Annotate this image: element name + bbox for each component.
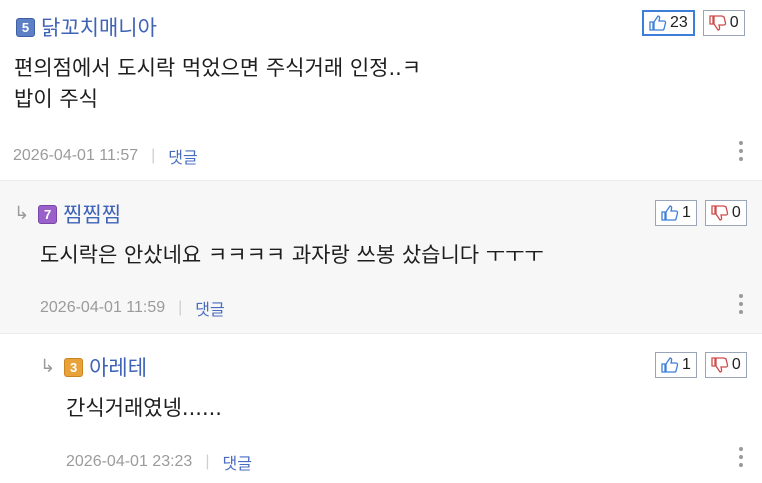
reply-link[interactable]: 댓글 <box>195 296 224 320</box>
upvote-count: 1 <box>682 356 691 373</box>
nickname[interactable]: 아레테 <box>89 352 147 382</box>
meta-separator: | <box>205 453 210 470</box>
downvote-button[interactable]: 0 <box>702 10 745 36</box>
vote-group: 23 0 <box>642 10 745 36</box>
comment-meta: 2026-04-01 11:59 | 댓글 <box>40 296 225 320</box>
vote-group: 1 0 <box>655 352 747 378</box>
comment-item: ↳ 7 찜찜찜 1 0 도시락은 안샀네요 ㅋㅋㅋㅋ 과자랑 쓰봉 샀습니다 ㅜ… <box>0 180 762 334</box>
level-badge: 5 <box>16 17 35 37</box>
meta-separator: | <box>178 299 183 316</box>
meta-separator: | <box>151 147 156 164</box>
downvote-count: 0 <box>731 356 741 373</box>
vote-group: 1 0 <box>655 200 747 226</box>
level-badge: 7 <box>38 204 58 224</box>
thumbs-down-icon <box>709 15 727 31</box>
reply-arrow-icon: ↳ <box>14 203 30 224</box>
level-badge: 3 <box>64 357 84 377</box>
comment-date: 2026-04-01 11:57 <box>13 147 139 164</box>
nickname[interactable]: 찜찜찜 <box>63 199 121 229</box>
comment-date: 2026-04-01 11:59 <box>40 299 166 316</box>
thumbs-down-icon <box>711 357 729 373</box>
comment-header: 5 닭꼬치매니아 <box>16 12 157 42</box>
comment-text: 편의점에서 도시락 먹었으면 주식거래 인정..ㅋ 밥이 주식 <box>14 56 422 111</box>
comment-item: 5 닭꼬치매니아 23 0 편의점에서 도시락 먹었으면 주식거래 인정..ㅋ … <box>0 0 762 180</box>
upvote-count: 23 <box>670 14 688 31</box>
downvote-button[interactable]: 0 <box>704 200 747 226</box>
thumbs-up-icon <box>649 15 667 31</box>
comment-meta: 2026-04-01 23:23 | 댓글 <box>66 450 252 474</box>
thumbs-up-icon <box>661 357 679 373</box>
reply-arrow-icon: ↳ <box>40 356 56 377</box>
comment-date: 2026-04-01 23:23 <box>66 453 193 470</box>
comment-text: 간식거래였넹...... <box>66 396 222 420</box>
comment-meta: 2026-04-01 11:57 | 댓글 <box>13 144 198 168</box>
nickname[interactable]: 닭꼬치매니아 <box>41 12 157 42</box>
comment-header: ↳ 7 찜찜찜 <box>14 199 121 229</box>
comment-text: 도시락은 안샀네요 ㅋㅋㅋㅋ 과자랑 쓰봉 샀습니다 ㅜㅜㅜ <box>40 243 544 267</box>
upvote-count: 1 <box>682 204 691 221</box>
more-vertical-icon[interactable] <box>738 294 744 314</box>
thumbs-up-icon <box>661 205 679 221</box>
comment-header: ↳ 3 아레테 <box>40 352 147 382</box>
downvote-count: 0 <box>731 204 741 221</box>
upvote-button[interactable]: 23 <box>642 10 695 36</box>
downvote-count: 0 <box>729 14 739 31</box>
more-vertical-icon[interactable] <box>738 447 744 467</box>
reply-link[interactable]: 댓글 <box>168 144 197 168</box>
downvote-button[interactable]: 0 <box>704 352 747 378</box>
thumbs-down-icon <box>711 205 729 221</box>
upvote-button[interactable]: 1 <box>655 200 697 226</box>
more-vertical-icon[interactable] <box>738 141 744 161</box>
upvote-button[interactable]: 1 <box>655 352 697 378</box>
comment-item: ↳ 3 아레테 1 0 간식거래였넹...... 2026-04-01 23:2… <box>0 334 762 483</box>
reply-link[interactable]: 댓글 <box>222 450 251 474</box>
